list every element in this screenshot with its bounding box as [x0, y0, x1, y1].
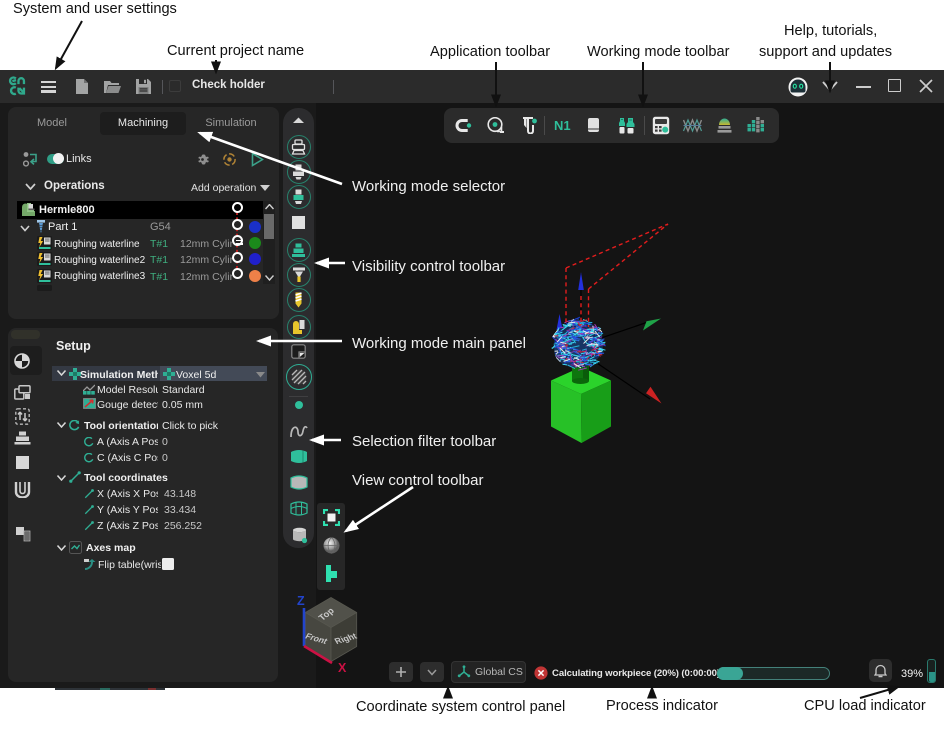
- svg-text:Z: Z: [297, 594, 305, 608]
